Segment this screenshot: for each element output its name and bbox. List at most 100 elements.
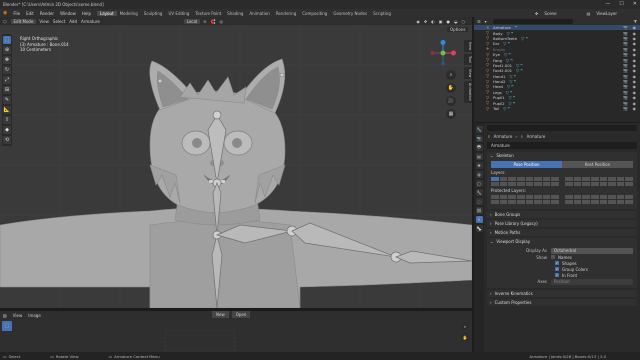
transform-tool-icon[interactable]: ⊞ — [3, 86, 11, 94]
bone-tab-icon[interactable]: 🦴 — [475, 225, 483, 232]
scene-tab-icon[interactable]: ❖ — [475, 162, 483, 169]
open-image-button[interactable]: Open — [231, 311, 251, 318]
camera-view-icon[interactable]: 🎥 — [446, 96, 456, 106]
workspace-tab-animation[interactable]: Animation — [246, 11, 272, 16]
protected-layer-cell[interactable] — [582, 200, 590, 204]
menu-add[interactable]: Add — [69, 19, 77, 24]
bone-layer-cell[interactable] — [599, 177, 608, 181]
protected-layer-cell[interactable] — [491, 200, 499, 204]
names-checkbox[interactable]: Names — [551, 255, 572, 260]
armature-name-field[interactable]: Armature — [487, 142, 637, 149]
protected-layer-cell[interactable] — [516, 195, 525, 199]
bone-layer-cell[interactable] — [625, 177, 633, 181]
view-layer-tab-icon[interactable]: ▤ — [475, 153, 483, 160]
skeleton-panel-header[interactable]: ⌄ Skeleton — [487, 152, 637, 159]
image-editor-area[interactable] — [0, 319, 472, 352]
bone-layer-cell[interactable] — [499, 182, 508, 186]
pose-position-button[interactable]: Pose Position — [491, 161, 562, 168]
scale-tool-icon[interactable]: ⤢ — [3, 76, 11, 84]
pose-library-panel-header[interactable]: › Pose Library (Legacy) — [487, 220, 637, 227]
camera-restrict-icon[interactable]: 📷 — [623, 106, 628, 111]
outliner-search-input[interactable] — [492, 18, 573, 24]
menu-window[interactable]: Window — [60, 11, 76, 16]
outliner-type-icon[interactable]: ☰ — [477, 19, 481, 24]
viewport-display-panel-header[interactable]: ⌄ Viewport Display — [487, 238, 637, 245]
bone-layer-cell[interactable] — [573, 177, 582, 181]
bone-size-tool-icon[interactable]: ◆ — [3, 126, 11, 134]
editor-type-icon[interactable]: ⬡ — [3, 19, 7, 24]
protected-layer-cell[interactable] — [534, 200, 542, 204]
tool-tab-icon[interactable]: 🔧 — [475, 126, 483, 133]
protected-layer-cell[interactable] — [608, 200, 616, 204]
workspace-tab-geometry-nodes[interactable]: Geometry Nodes — [330, 11, 370, 16]
select-box-tool-icon[interactable]: ⬚ — [3, 36, 11, 44]
proportional-edit-icon[interactable]: ◎ — [220, 19, 224, 24]
modifiers-tab-icon[interactable]: 🔧 — [475, 189, 483, 196]
sidebar-tab-animation[interactable]: Animation — [464, 81, 472, 103]
protected-layer-cell[interactable] — [590, 200, 599, 204]
filter-icon[interactable]: ⧩ — [633, 19, 637, 24]
workspace-tab-layout[interactable]: Layout — [96, 10, 117, 16]
bone-layer-cell[interactable] — [499, 177, 508, 181]
protected-layer-cell[interactable] — [590, 195, 599, 199]
move-tool-icon[interactable]: ✥ — [3, 56, 11, 64]
protected-layer-cell[interactable] — [599, 200, 608, 204]
bone-layer-cell[interactable] — [491, 182, 499, 186]
bone-layer-cell[interactable] — [551, 182, 559, 186]
protected-layer-cell[interactable] — [499, 200, 508, 204]
image-pan-icon[interactable]: ✋ — [461, 333, 469, 341]
options-dropdown[interactable]: Options — [447, 27, 469, 32]
menu-select[interactable]: Select — [53, 19, 65, 24]
menu-help[interactable]: Help — [82, 11, 91, 16]
bone-layer-cell[interactable] — [534, 177, 542, 181]
roll-tool-icon[interactable]: ⟲ — [3, 136, 11, 144]
bone-layer-cell[interactable] — [542, 182, 551, 186]
measure-tool-icon[interactable]: 📐 — [3, 106, 11, 114]
bone-layer-cell[interactable] — [551, 177, 559, 181]
image-editor-menu-view[interactable]: View — [13, 313, 23, 318]
scene-selector[interactable]: Scene — [544, 11, 556, 16]
workspace-tab-uv-editing[interactable]: UV Editing — [165, 11, 192, 16]
bone-layer-cell[interactable] — [608, 182, 616, 186]
protected-layer-cell[interactable] — [625, 200, 633, 204]
blender-logo-icon[interactable]: ◉ — [3, 10, 7, 16]
bone-layer-cell[interactable] — [590, 182, 599, 186]
workspace-tab-scripting[interactable]: Scripting — [370, 11, 394, 16]
constraints-tab-icon[interactable]: ⛓ — [475, 207, 483, 214]
rotate-tool-icon[interactable]: ↻ — [3, 66, 11, 74]
protected-layer-cell[interactable] — [508, 195, 516, 199]
protected-layer-cell[interactable] — [542, 195, 551, 199]
protected-layer-cell[interactable] — [551, 200, 559, 204]
gizmo-toggle-icon[interactable]: ✥ — [424, 19, 427, 24]
properties-search-input[interactable] — [487, 125, 637, 131]
xray-toggle-icon[interactable]: ▣ — [439, 19, 443, 24]
minimize-button[interactable]: — — [605, 1, 610, 7]
annotate-tool-icon[interactable]: ✎ — [3, 96, 11, 104]
zoom-icon[interactable]: ⌕ — [446, 70, 456, 80]
protected-layer-cell[interactable] — [573, 195, 582, 199]
axes-position-field[interactable]: Position — [551, 278, 633, 285]
protected-layer-cell[interactable] — [616, 195, 625, 199]
object-tab-icon[interactable]: ▢ — [475, 180, 483, 187]
protected-layer-cell[interactable] — [625, 195, 633, 199]
bone-layer-cell[interactable] — [582, 182, 590, 186]
workspace-tab-shading[interactable]: Shading — [224, 11, 246, 16]
protected-layer-cell[interactable] — [499, 195, 508, 199]
bone-layer-cell[interactable] — [616, 177, 625, 181]
bone-layers-grid[interactable] — [491, 177, 559, 186]
transform-orientation-dropdown[interactable]: Local — [183, 18, 201, 24]
extrude-tool-icon[interactable]: ⇧ — [3, 116, 11, 124]
outliner-item[interactable]: ▽ Tail ▽ ꟸ 📷 ◉ — [474, 106, 640, 111]
workspace-tab-texture-paint[interactable]: Texture Paint — [192, 11, 224, 16]
armature-data-tab-icon[interactable]: ♗ — [475, 216, 483, 223]
bone-layer-cell[interactable] — [565, 182, 573, 186]
view-layer-selector[interactable]: ViewLayer — [596, 11, 617, 16]
sidebar-tab-tool[interactable]: Tool — [464, 53, 472, 65]
pivot-icon[interactable]: ⊙ — [203, 19, 206, 24]
bone-layer-cell[interactable] — [508, 177, 516, 181]
physics-tab-icon[interactable]: ◌ — [475, 198, 483, 205]
protected-layer-cell[interactable] — [616, 200, 625, 204]
bone-layer-cell[interactable] — [525, 177, 534, 181]
shading-rendered-icon[interactable]: ○ — [462, 19, 466, 24]
perspective-toggle-icon[interactable]: ▦ — [446, 109, 456, 119]
